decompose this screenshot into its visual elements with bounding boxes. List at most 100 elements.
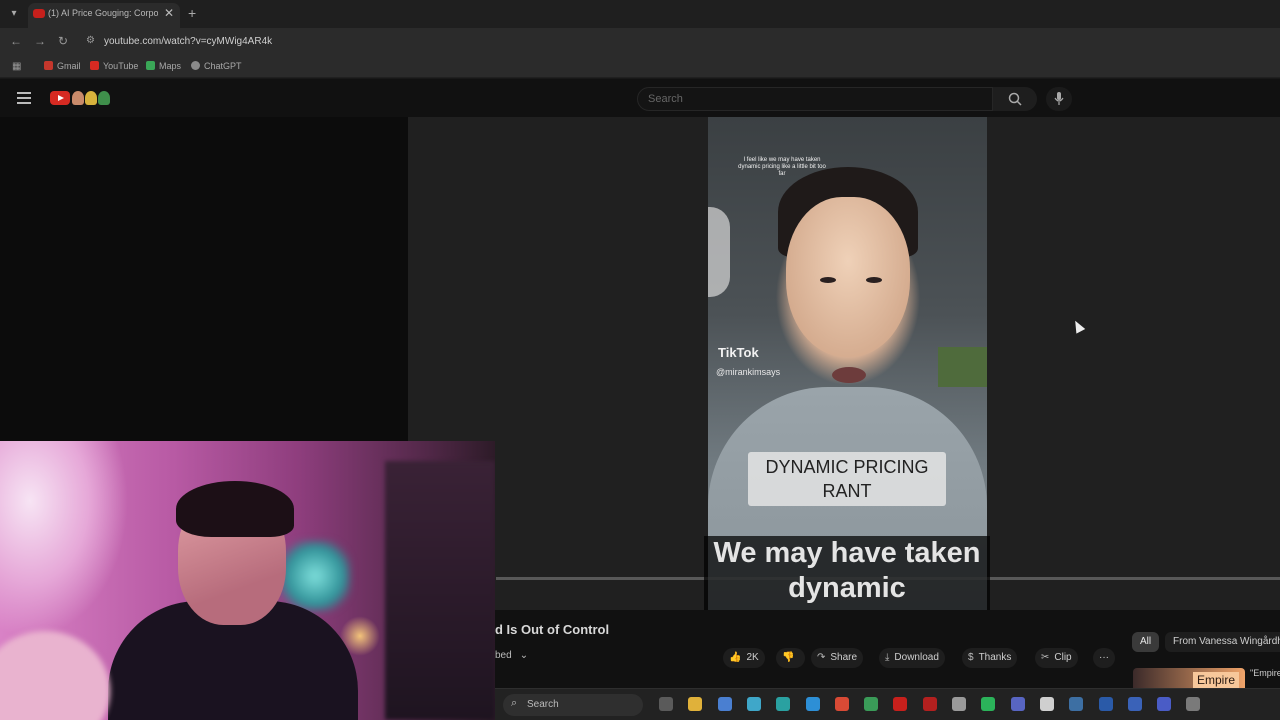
- sidebar-area: [0, 117, 408, 442]
- close-icon[interactable]: ✕: [164, 6, 174, 20]
- doodle-figure-icon: [98, 91, 110, 105]
- car-window: [708, 207, 730, 297]
- drive-icon[interactable]: [864, 697, 878, 711]
- search-input[interactable]: Search: [637, 87, 993, 111]
- microphone-icon: [1054, 92, 1064, 105]
- edge-icon[interactable]: [806, 697, 820, 711]
- webcam-person-arm: [0, 631, 110, 720]
- clip-button[interactable]: ✂ Clip: [1035, 648, 1078, 668]
- windows-taskbar: ⌕ Search: [495, 688, 1280, 720]
- bookmark-gmail[interactable]: Gmail: [44, 61, 81, 75]
- taskbar-search[interactable]: ⌕ Search: [503, 694, 643, 716]
- screen: ▾ (1) AI Price Gouging: Corporate ✕ + ← …: [0, 0, 1280, 720]
- search-icon: ⌕: [511, 697, 518, 709]
- share-icon: ↷: [817, 652, 826, 663]
- download-icon: ⤓: [885, 652, 890, 663]
- address-bar[interactable]: ⚙ youtube.com/watch?v=cyMWig4AR4k: [80, 31, 1272, 53]
- url-text[interactable]: youtube.com/watch?v=cyMWig4AR4k: [104, 36, 272, 47]
- subscribe-label: bed: [495, 650, 512, 661]
- app-icon-5[interactable]: [1128, 697, 1142, 711]
- bookmark-chatgpt[interactable]: ChatGPT: [191, 61, 242, 75]
- video-banner: DYNAMIC PRICING RANT: [748, 452, 946, 506]
- search-button[interactable]: [993, 87, 1037, 111]
- steam-icon[interactable]: [1069, 697, 1083, 711]
- app-icon-2[interactable]: [776, 697, 790, 711]
- like-button[interactable]: 👍 2K: [723, 648, 765, 668]
- thumbnail-badge: Empire: [1193, 672, 1240, 688]
- recommended-title[interactable]: "Empire How AI: [1250, 668, 1280, 678]
- thanks-button[interactable]: $ Thanks: [962, 648, 1018, 668]
- task-view-icon[interactable]: [659, 697, 673, 711]
- youtube-favicon-icon: [33, 9, 45, 18]
- chrome-icon[interactable]: [835, 697, 849, 711]
- person-eye: [866, 277, 882, 283]
- search-placeholder: Search: [648, 93, 683, 105]
- word-icon[interactable]: [1099, 697, 1113, 711]
- scissors-icon: ✂: [1041, 652, 1050, 663]
- forward-icon[interactable]: →: [34, 34, 46, 48]
- chatgpt-icon[interactable]: [952, 697, 966, 711]
- tiktok-watermark: TikTok: [718, 345, 759, 360]
- whatsapp-icon[interactable]: [981, 697, 995, 711]
- back-icon[interactable]: ←: [10, 34, 22, 48]
- youtube-header: Search: [0, 79, 1280, 117]
- dislike-button[interactable]: 👎: [776, 648, 806, 668]
- person-eye: [820, 277, 836, 283]
- file-explorer-icon[interactable]: [688, 697, 702, 711]
- voice-search-button[interactable]: [1046, 87, 1072, 111]
- tab-title: (1) AI Price Gouging: Corporate: [48, 8, 158, 18]
- share-label: Share: [830, 652, 858, 663]
- teams-icon[interactable]: [1157, 697, 1171, 711]
- browser-toolbar: ← → ↻ ⚙ youtube.com/watch?v=cyMWig4AR4k: [0, 28, 1280, 56]
- app-icon-1[interactable]: [747, 697, 761, 711]
- maps-icon: [146, 61, 155, 70]
- bookmark-label: Maps: [159, 61, 182, 71]
- new-tab-button[interactable]: +: [188, 5, 196, 21]
- bookmark-youtube[interactable]: YouTube: [90, 61, 138, 75]
- thanks-label: Thanks: [978, 652, 1012, 663]
- more-actions-button[interactable]: ···: [1093, 648, 1115, 668]
- app-icon-6[interactable]: [1186, 697, 1200, 711]
- app-icon-4[interactable]: [1040, 697, 1054, 711]
- chatgpt-icon: [191, 61, 200, 70]
- discord-icon[interactable]: [1011, 697, 1025, 711]
- browser-tabstrip: ▾ (1) AI Price Gouging: Corporate ✕ +: [0, 0, 1280, 28]
- subscribed-button[interactable]: bed ⌄: [495, 650, 528, 661]
- closed-caption: We may have taken dynamic: [704, 536, 990, 610]
- browser-tab[interactable]: (1) AI Price Gouging: Corporate ✕: [28, 3, 180, 28]
- like-count: 2K: [746, 652, 759, 663]
- site-info-icon[interactable]: ⚙: [86, 35, 95, 46]
- chevron-down-icon: ⌄: [519, 650, 529, 661]
- youtube-icon: [90, 61, 99, 70]
- banner-line: DYNAMIC PRICING: [765, 457, 929, 477]
- share-button[interactable]: ↷ Share: [811, 648, 864, 668]
- gmail-icon: [44, 61, 53, 70]
- apps-grid-icon[interactable]: ▦: [12, 61, 21, 72]
- background-tree: [938, 347, 987, 387]
- person-face: [786, 197, 910, 357]
- video-player[interactable]: I feel like we may have taken dynamic pr…: [408, 117, 1280, 610]
- webcam-background-screen: [280, 541, 350, 611]
- app-icon-3[interactable]: [923, 697, 937, 711]
- caption-line: We may have taken: [713, 537, 981, 569]
- download-button[interactable]: ⤓ Download: [879, 648, 945, 668]
- reload-icon[interactable]: ↻: [58, 34, 68, 48]
- chip-from-channel[interactable]: From Vanessa Wingårdh: [1165, 632, 1280, 652]
- taskbar-search-label: Search: [527, 699, 559, 710]
- video-title: d Is Out of Control: [495, 622, 610, 637]
- webcam-person-hair: [176, 481, 294, 537]
- bookmarks-bar: ▦ Gmail YouTube Maps ChatGPT: [0, 56, 1280, 78]
- tab-search-icon[interactable]: ▾: [6, 6, 22, 22]
- thumbs-up-icon: 👍: [729, 652, 742, 663]
- doodle-figure-icon: [85, 91, 97, 105]
- menu-icon[interactable]: [17, 92, 31, 104]
- photos-icon[interactable]: [718, 697, 732, 711]
- thumbs-down-icon: 👎: [782, 652, 795, 663]
- clip-label: Clip: [1054, 652, 1072, 663]
- tiktok-handle: @mirankimsays: [716, 367, 781, 377]
- chip-all[interactable]: All: [1132, 632, 1160, 652]
- youtube-logo-icon[interactable]: [50, 91, 70, 105]
- bookmark-maps[interactable]: Maps: [146, 61, 181, 75]
- webcam-background-shelf: [385, 461, 495, 720]
- youtube-icon[interactable]: [893, 697, 907, 711]
